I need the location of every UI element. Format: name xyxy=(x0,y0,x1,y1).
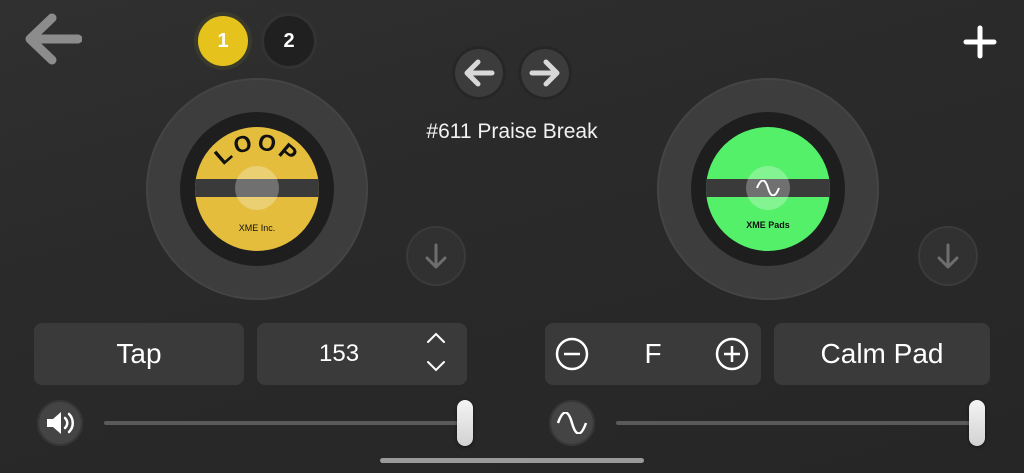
loop-disc[interactable]: LOOP XME Inc. xyxy=(146,78,368,300)
minus-circle-icon[interactable] xyxy=(555,337,589,371)
volume-slider-track[interactable] xyxy=(104,421,468,425)
speaker-icon xyxy=(47,412,74,434)
right-down-button[interactable] xyxy=(918,226,978,286)
chevron-up-icon[interactable] xyxy=(425,331,447,345)
pad-slider-track[interactable] xyxy=(616,421,980,425)
volume-button[interactable] xyxy=(37,400,83,446)
pad-slider-thumb[interactable] xyxy=(969,400,985,446)
arrow-down-icon xyxy=(937,243,959,269)
svg-text:LOOP: LOOP xyxy=(209,128,305,169)
song-title: #611 Praise Break xyxy=(426,120,598,143)
pad-label: Calm Pad xyxy=(820,338,944,369)
arrow-right-icon xyxy=(529,59,560,87)
page-1-label: 1 xyxy=(217,29,229,52)
loop-disc-ring: LOOP XME Inc. xyxy=(180,112,334,266)
pad-volume-button[interactable] xyxy=(549,400,595,446)
tap-label: Tap xyxy=(116,338,162,369)
pad-select-button[interactable]: Calm Pad xyxy=(774,323,990,385)
page-2-label: 2 xyxy=(283,29,295,52)
pad-disc[interactable]: XME Pads xyxy=(657,78,879,300)
volume-slider-thumb[interactable] xyxy=(457,400,473,446)
loop-arc-label: LOOP xyxy=(209,128,302,169)
pad-disc-brand: XME Pads xyxy=(746,220,790,230)
loop-disc-label: LOOP XME Inc. xyxy=(195,127,319,251)
loop-disc-brand: XME Inc. xyxy=(238,223,276,233)
next-song-button[interactable] xyxy=(518,46,572,100)
home-indicator xyxy=(380,458,644,463)
page-1-button[interactable]: 1 xyxy=(198,16,248,66)
background xyxy=(0,0,1024,473)
sine-wave-icon xyxy=(746,166,790,210)
tempo-value: 153 xyxy=(319,340,360,367)
pad-disc-label: XME Pads xyxy=(706,127,830,251)
tempo-field[interactable]: 153 xyxy=(257,323,467,385)
pad-disc-ring: XME Pads xyxy=(691,112,845,266)
sine-wave-icon xyxy=(556,412,588,434)
plus-icon[interactable] xyxy=(960,22,1000,62)
key-selector: F xyxy=(545,323,761,385)
page-2-button[interactable]: 2 xyxy=(264,16,314,66)
left-down-button[interactable] xyxy=(406,226,466,286)
previous-song-button[interactable] xyxy=(452,46,506,100)
arrow-down-icon xyxy=(425,243,447,269)
key-value: F xyxy=(644,338,662,369)
chevron-down-icon[interactable] xyxy=(425,359,447,373)
disc-center xyxy=(235,166,279,210)
tap-button[interactable]: Tap xyxy=(34,323,244,385)
arrow-left-icon xyxy=(464,59,495,87)
back-arrow-icon[interactable] xyxy=(22,12,83,68)
plus-circle-icon[interactable] xyxy=(715,337,749,371)
